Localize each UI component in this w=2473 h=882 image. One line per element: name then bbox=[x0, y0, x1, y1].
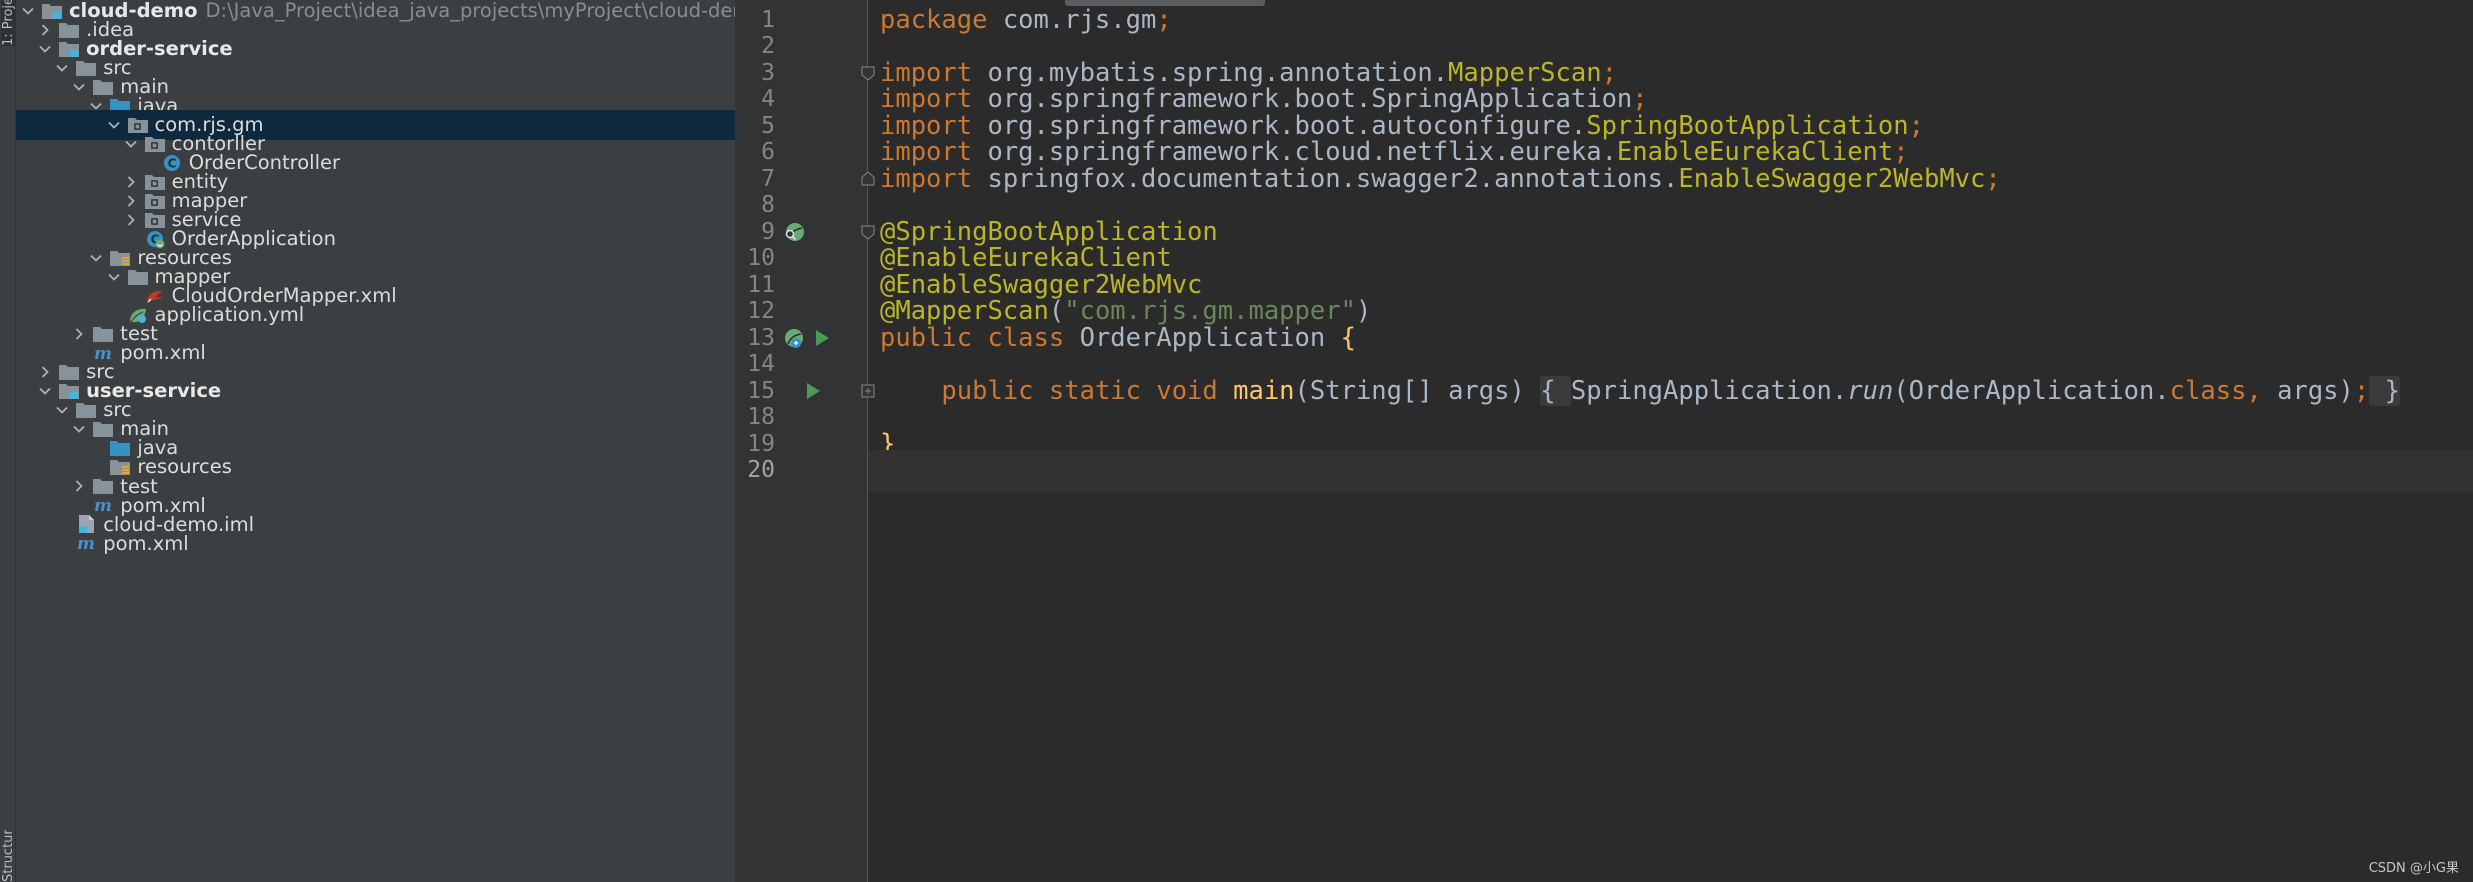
folded-code-placeholder[interactable]: { bbox=[1540, 375, 1571, 406]
run-icon[interactable] bbox=[804, 382, 822, 400]
code-token: args) bbox=[2277, 375, 2354, 406]
code-token: (String[] args) bbox=[1294, 375, 1541, 406]
spring-bean-search-icon[interactable] bbox=[782, 221, 806, 245]
code-token: ) bbox=[1355, 296, 1372, 326]
code-editor[interactable]: 1 package com.rjs.gm; 2 3 import org.mybatis… bbox=[735, 0, 2473, 882]
code-token: ; bbox=[1985, 163, 2001, 194]
code-line[interactable]: package com.rjs.gm; bbox=[880, 0, 1172, 41]
code-token: public class bbox=[880, 322, 1080, 353]
run-icon[interactable] bbox=[813, 329, 831, 347]
fold-collapse-icon[interactable] bbox=[860, 224, 876, 240]
code-token: springfox.documentation.swagger2.annotat… bbox=[972, 163, 1679, 194]
spring-bean-run-icon[interactable] bbox=[782, 327, 806, 351]
code-token: ; bbox=[1156, 4, 1172, 35]
code-token: class, bbox=[2169, 375, 2278, 406]
code-token: com.rjs.gm bbox=[987, 4, 1157, 35]
folded-code-placeholder[interactable]: } bbox=[2369, 375, 2400, 406]
code-token: import bbox=[880, 163, 973, 194]
project-tool-window-tab[interactable]: 1: Project bbox=[1, 0, 15, 46]
fold-expand-icon[interactable] bbox=[860, 383, 876, 399]
code-token: OrderApplication bbox=[1079, 322, 1341, 353]
code-token: (OrderApplication. bbox=[1893, 375, 2170, 406]
svg-text:m: m bbox=[77, 534, 95, 553]
code-token: main bbox=[1233, 375, 1295, 406]
code-token: EnableSwagger2WebMvc bbox=[1678, 163, 1986, 194]
tree-node-label: pom.xml bbox=[103, 531, 189, 555]
code-line[interactable]: public static void main(String[] args) {… bbox=[880, 370, 2400, 412]
tree-node[interactable]: m pom.xml bbox=[16, 528, 735, 558]
code-token: package bbox=[880, 4, 988, 35]
current-line-highlight bbox=[868, 449, 2473, 492]
structure-tool-window-tab[interactable]: Structure bbox=[1, 830, 15, 882]
code-token: { bbox=[1340, 322, 1356, 353]
gutter-separator bbox=[867, 0, 868, 882]
line-number: 20 bbox=[747, 457, 775, 483]
code-line[interactable]: import springfox.documentation.swagger2.… bbox=[880, 158, 2001, 200]
code-line[interactable]: public class OrderApplication { bbox=[880, 317, 1356, 359]
tool-window-stripe: 1: Project Structure bbox=[0, 0, 16, 882]
watermark: CSDN @小G果 bbox=[2368, 861, 2459, 876]
project-tree[interactable]: cloud-demo D:\Java_Project\idea_java_proj… bbox=[16, 0, 735, 882]
fold-collapse-icon[interactable] bbox=[860, 170, 876, 187]
code-token: ; bbox=[1908, 110, 1924, 141]
code-token: SpringApplication. bbox=[1570, 375, 1848, 406]
maven-icon: m bbox=[75, 533, 97, 553]
fold-collapse-icon[interactable] bbox=[860, 65, 876, 81]
code-token: ; bbox=[2353, 375, 2370, 406]
code-token: run bbox=[1847, 375, 1894, 406]
code-token: public static void bbox=[941, 375, 1234, 406]
